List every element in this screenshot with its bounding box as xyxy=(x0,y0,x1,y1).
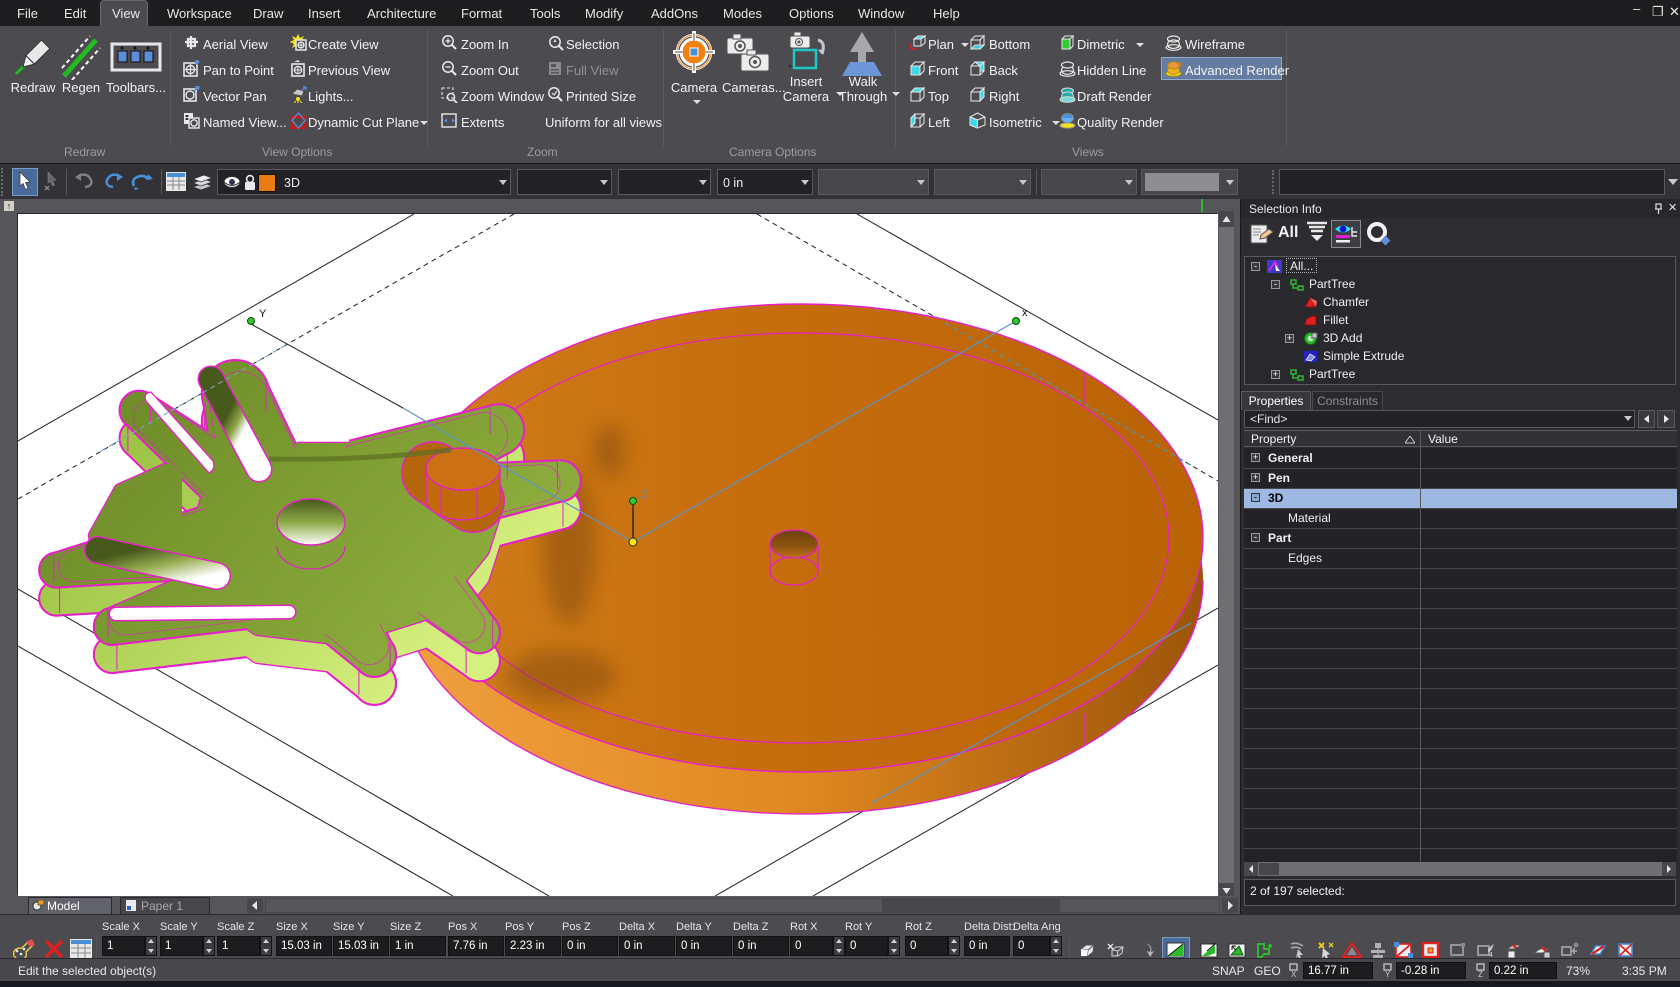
svg-text:Z: Z xyxy=(641,489,648,501)
svg-text:Y: Y xyxy=(1385,970,1391,978)
svg-text:Y: Y xyxy=(259,308,267,320)
svg-text:Z: Z xyxy=(1478,970,1483,978)
svg-text:x: x xyxy=(1022,307,1028,319)
svg-text:X: X xyxy=(1291,970,1297,978)
